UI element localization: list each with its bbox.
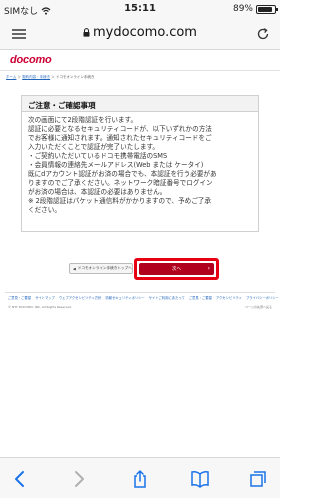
header-divider [0, 70, 280, 71]
notice-line: ・ご契約いただいているドコモ携帯電話のSMS [28, 152, 168, 160]
reload-icon[interactable] [256, 27, 270, 41]
next-button-highlight: 次へ › [134, 258, 219, 280]
footer-link[interactable]: 情報セキュリティポリシー [105, 295, 144, 300]
footer-link[interactable]: ご意見・ご要望 [8, 295, 31, 300]
url-field[interactable]: mydocomo.com [0, 25, 280, 40]
browser-toolbar [0, 457, 280, 498]
back-to-top-button[interactable]: ◀ ドコモオンライン手続きトップへ [69, 263, 133, 274]
forward-arrow-icon[interactable] [67, 468, 91, 490]
battery-icon [256, 4, 278, 14]
chevron-right-icon: › [207, 265, 210, 272]
footer-link[interactable]: プライバシーポリシー [246, 295, 279, 300]
breadcrumb-procedures[interactable]: 契約内容・手続き [22, 75, 50, 79]
back-button-label: ドコモオンライン手続きトップへ [77, 266, 132, 270]
notice-line: ※ 2段階認証はパケット通信料がかかりますので、予めご了承 [28, 197, 211, 205]
breadcrumb-separator: ＞ [17, 75, 22, 79]
notice-heading: ご注意・ご確認事項 [22, 96, 258, 112]
footer-links: ご意見・ご要望 サイトマップ ウェブアクセシビリティ方針 情報セキュリティポリシ… [8, 295, 279, 300]
footer-link[interactable]: アクセシビリティ [216, 295, 242, 300]
bookmarks-icon[interactable] [188, 468, 212, 490]
status-bar: SIMなし 15:11 89% [0, 0, 280, 18]
share-icon[interactable] [128, 468, 152, 490]
notice-line: りますのでご了承ください。ネットワーク暗証番号でログイン [28, 179, 213, 187]
lock-icon [83, 28, 90, 37]
next-button-label: 次へ [172, 267, 181, 272]
docomo-logo[interactable]: docomo [10, 54, 52, 66]
footer-link[interactable]: ご意見・ご要望 [189, 295, 212, 300]
page-content: docomo ホーム ＞ 契約内容・手続き ＞ ドコモオンライン手続き ご注意・… [0, 50, 280, 457]
footer-divider [5, 292, 275, 293]
breadcrumb-home[interactable]: ホーム [6, 75, 16, 79]
copyright: © NTT DOCOMO, INC. All Rights Reserved. [8, 305, 72, 309]
notice-line: でお客様に通知されます。通知されたセキュリティコードをご [28, 134, 212, 142]
footer-link[interactable]: ウェブアクセシビリティ方針 [59, 295, 102, 300]
notice-line: ください。 [28, 206, 61, 214]
breadcrumb-current: ドコモオンライン手続き [55, 75, 95, 79]
notice-line: がお済の場合は、本認証の必要はありません。 [28, 188, 167, 196]
chevron-left-icon: ◀ [73, 266, 76, 271]
tabs-icon[interactable] [246, 468, 270, 490]
battery-percent: 89% [232, 4, 253, 14]
notice-body: 次の画面にて2段階認証を行います。 認証に必要となるセキュリティコードが、以下い… [22, 112, 258, 219]
breadcrumb: ホーム ＞ 契約内容・手続き ＞ ドコモオンライン手続き [6, 75, 94, 80]
notice-line: 入力いただくことで認証が完了いたします。 [28, 143, 160, 151]
url-text: mydocomo.com [93, 25, 197, 40]
address-bar: mydocomo.com [0, 18, 280, 50]
breadcrumb-separator: ＞ [51, 75, 55, 79]
footer-link[interactable]: サイトマップ [35, 295, 55, 300]
footer-link[interactable]: サイトご利用にあたって [149, 295, 185, 300]
notice-box: ご注意・ご確認事項 次の画面にて2段階認証を行います。 認証に必要となるセキュリ… [21, 95, 259, 232]
back-arrow-icon[interactable] [8, 468, 32, 490]
notice-line: 次の画面にて2段階認証を行います。 [28, 116, 138, 124]
notice-line: ・会員情報の連絡先メールアドレス(Web または ケータイ) [28, 161, 204, 169]
button-row: ◀ ドコモオンライン手続きトップへ 次へ › [0, 258, 280, 282]
notice-line: 既にdアカウント認証がお済の場合でも、本認証を行う必要があ [28, 170, 217, 178]
next-button[interactable]: 次へ › [139, 263, 214, 275]
notice-line: 認証に必要となるセキュリティコードが、以下いずれかの方法 [28, 125, 212, 133]
status-right: 89% [232, 4, 278, 14]
page-top-link[interactable]: ページの先頭へ戻る [245, 305, 272, 309]
